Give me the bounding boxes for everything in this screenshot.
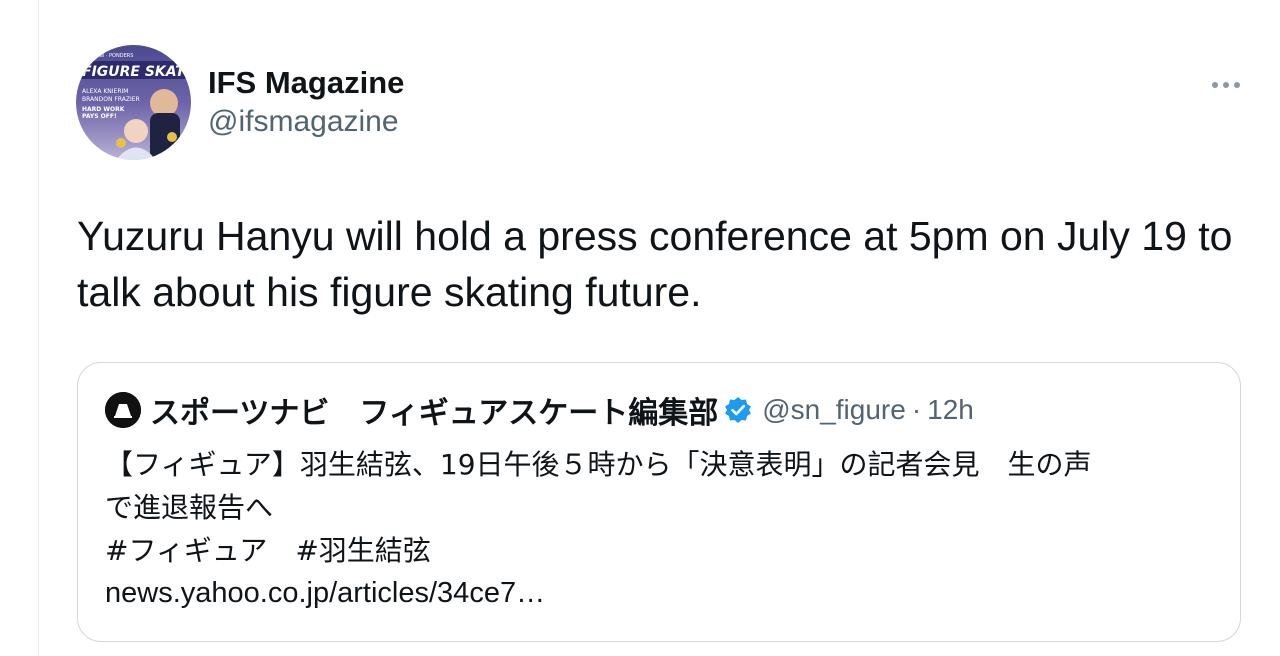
quoted-author-handle[interactable]: @sn_figure xyxy=(762,394,906,426)
quoted-timestamp[interactable]: 12h xyxy=(927,394,974,426)
author-handle[interactable]: @ifsmagazine xyxy=(208,102,404,142)
quoted-hashtags[interactable]: #フィギュア #羽生結弦 xyxy=(105,529,1215,572)
svg-text:ALEXA KNIERIM: ALEXA KNIERIM xyxy=(82,88,128,95)
svg-text:PAYS OFF!: PAYS OFF! xyxy=(82,113,117,120)
quoted-tweet-header: スポーツナビ フィギュアスケート編集部 @sn_figure · 12h xyxy=(105,388,974,432)
magazine-cover-avatar: FIGURE SKATING national · PONDERS ALEXA … xyxy=(76,45,191,160)
svg-text:BRANDON FRAZIER: BRANDON FRAZIER xyxy=(82,96,140,103)
quoted-separator: · xyxy=(911,394,922,425)
author-avatar[interactable]: FIGURE SKATING national · PONDERS ALEXA … xyxy=(76,45,191,160)
quoted-tweet-card[interactable]: スポーツナビ フィギュアスケート編集部 @sn_figure · 12h 【フィ… xyxy=(77,362,1241,642)
tweet-page: FIGURE SKATING national · PONDERS ALEXA … xyxy=(0,0,1280,656)
svg-text:FIGURE SKATING: FIGURE SKATING xyxy=(82,64,191,80)
quoted-tweet-body: 【フィギュア】羽生結弦、19日午後５時から「決意表明」の記者会見 生の声 で進退… xyxy=(105,443,1215,615)
quoted-link[interactable]: news.yahoo.co.jp/articles/34ce7… xyxy=(105,572,1215,615)
svg-text:HARD WORK: HARD WORK xyxy=(82,106,125,113)
tweet-author[interactable]: IFS Magazine @ifsmagazine xyxy=(208,64,404,142)
quoted-author-avatar[interactable] xyxy=(105,392,141,428)
quoted-text-line: で進退報告へ xyxy=(105,491,274,524)
more-options-button[interactable] xyxy=(1206,70,1246,100)
verified-badge-icon xyxy=(725,397,752,423)
timeline-divider xyxy=(38,0,39,656)
quoted-text-line: 【フィギュア】羽生結弦、19日午後５時から「決意表明」の記者会見 生の声 xyxy=(105,448,1092,481)
svg-text:national · PONDERS: national · PONDERS xyxy=(84,53,133,59)
more-dots-icon xyxy=(1212,82,1240,88)
tweet-text: Yuzuru Hanyu will hold a press conferenc… xyxy=(77,213,1233,315)
author-display-name[interactable]: IFS Magazine xyxy=(208,64,404,102)
quoted-author-name[interactable]: スポーツナビ フィギュアスケート編集部 xyxy=(150,388,718,432)
sportsnavi-logo-avatar xyxy=(105,392,141,428)
